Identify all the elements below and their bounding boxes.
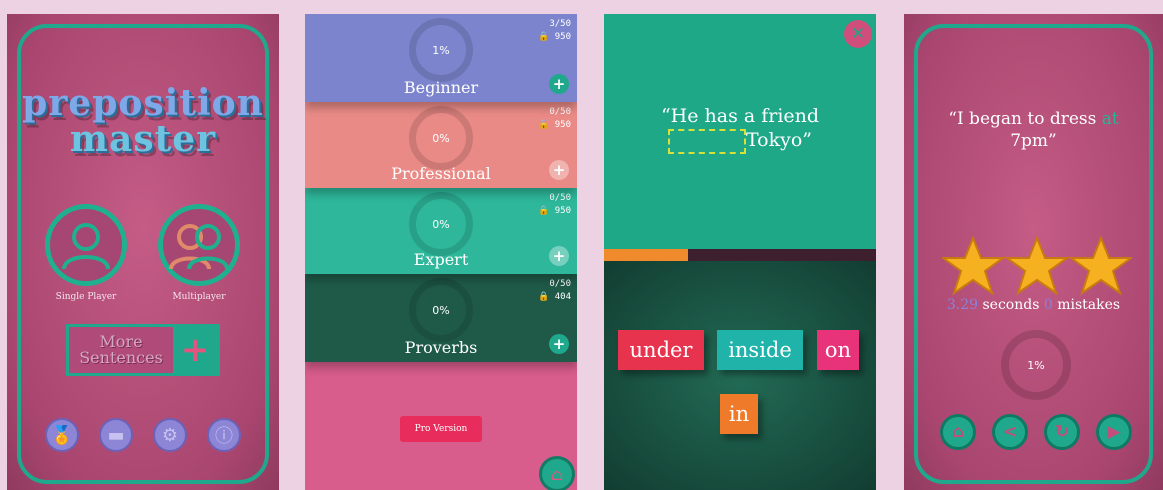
plus-icon[interactable]: + bbox=[549, 74, 569, 94]
level-coins-value: 404 bbox=[554, 292, 571, 302]
quote-answer: at bbox=[1101, 109, 1119, 129]
level-name: Proverbs bbox=[404, 338, 478, 357]
logo-line2: master bbox=[69, 118, 217, 160]
progress-ring: 1% bbox=[1001, 330, 1071, 400]
level-card-professional[interactable]: 0% Professional 0/50 🔒 950 + bbox=[305, 102, 577, 188]
replay-button[interactable]: ↻ bbox=[1044, 414, 1080, 450]
close-icon: ✕ bbox=[850, 24, 866, 44]
level-coins-value: 950 bbox=[554, 120, 571, 130]
result-stats: 3.29 seconds 0 mistakes bbox=[904, 297, 1163, 313]
more-sentences-text: More Sentences bbox=[69, 334, 173, 366]
home-icon: ⌂ bbox=[951, 422, 965, 442]
level-coins-value: 950 bbox=[554, 32, 571, 42]
level-progress-ring: 0% bbox=[409, 106, 473, 170]
leaderboard-icon: ▬ bbox=[107, 424, 125, 446]
level-progress: 0/50 bbox=[549, 107, 571, 117]
level-coins: 🔒 404 bbox=[538, 291, 571, 304]
lock-icon: 🔒 bbox=[538, 120, 550, 130]
leaderboard-button[interactable]: ▬ bbox=[99, 418, 133, 452]
home-button[interactable]: ⌂ bbox=[539, 456, 575, 490]
timer-bar-fill bbox=[604, 249, 689, 261]
result-screen: “I began to dress at 7pm” 3.29 seconds 0… bbox=[904, 14, 1163, 490]
plus-icon: + bbox=[173, 327, 217, 373]
plus-icon[interactable]: + bbox=[549, 334, 569, 354]
result-sentence: “I began to dress at 7pm” bbox=[904, 108, 1163, 152]
level-progress-ring: 0% bbox=[409, 278, 473, 342]
choice-inside[interactable]: inside bbox=[717, 330, 803, 370]
multiplayer-icon bbox=[169, 224, 229, 270]
level-name: Expert bbox=[413, 250, 469, 269]
level-progress: 0/50 bbox=[549, 193, 571, 203]
replay-icon: ↻ bbox=[1054, 422, 1070, 442]
choice-on[interactable]: on bbox=[817, 330, 859, 370]
rating-stars bbox=[942, 236, 1132, 296]
level-progress-ring: 1% bbox=[409, 18, 473, 82]
answer-area bbox=[604, 261, 876, 490]
level-stats: 0/50 🔒 950 bbox=[538, 192, 571, 218]
multiplayer-button[interactable] bbox=[158, 204, 240, 286]
level-stats: 0/50 🔒 950 bbox=[538, 106, 571, 132]
sentence-part1: “He has a friend bbox=[660, 105, 820, 127]
mistakes-unit: mistakes bbox=[1052, 297, 1121, 313]
info-icon: ⓘ bbox=[215, 426, 233, 447]
level-select-screen: 1% Beginner 3/50 🔒 950 +0% Professional 0/50 🔒 … bbox=[305, 14, 577, 490]
level-card-proverbs[interactable]: 0% Proverbs 0/50 🔒 404 + bbox=[305, 274, 577, 362]
level-card-beginner[interactable]: 1% Beginner 3/50 🔒 950 + bbox=[305, 14, 577, 102]
level-name: Beginner bbox=[403, 78, 479, 97]
single-player-icon bbox=[62, 223, 110, 270]
multiplayer-label: Multiplayer bbox=[172, 292, 226, 302]
star-icon bbox=[1067, 236, 1132, 296]
question-sentence: “He has a friend Tokyo” bbox=[604, 104, 876, 154]
quote-before: “I began to dress bbox=[948, 109, 1102, 129]
mistakes-value: 0 bbox=[1043, 297, 1053, 313]
plus-icon[interactable]: + bbox=[549, 246, 569, 266]
play-icon: ▶ bbox=[1107, 422, 1121, 442]
level-progress: 0/50 bbox=[549, 279, 571, 289]
sentence-part2: Tokyo” bbox=[745, 129, 813, 151]
trophy-button[interactable]: 🏅 bbox=[45, 418, 79, 452]
share-button[interactable]: < bbox=[992, 414, 1028, 450]
level-card-expert[interactable]: 0% Expert 0/50 🔒 950 + bbox=[305, 188, 577, 274]
level-coins-value: 950 bbox=[554, 206, 571, 216]
time-value: 3.29 bbox=[946, 297, 979, 313]
plus-icon[interactable]: + bbox=[549, 160, 569, 180]
share-icon: < bbox=[1002, 422, 1018, 442]
choice-under[interactable]: under bbox=[618, 330, 704, 370]
level-stats: 0/50 🔒 404 bbox=[538, 278, 571, 304]
level-coins: 🔒 950 bbox=[538, 119, 571, 132]
time-unit: seconds bbox=[978, 297, 1044, 313]
star-icon bbox=[942, 236, 1007, 296]
quote-after: 7pm” bbox=[1010, 131, 1057, 151]
single-player-label: Single Player bbox=[55, 292, 117, 302]
info-button[interactable]: ⓘ bbox=[207, 418, 241, 452]
choice-in[interactable]: in bbox=[720, 394, 758, 434]
level-progress: 3/50 bbox=[549, 19, 571, 29]
main-menu-screen: preposition master Single Player Multipl… bbox=[7, 14, 279, 490]
lock-icon: 🔒 bbox=[538, 32, 550, 42]
level-stats: 3/50 🔒 950 bbox=[538, 18, 571, 44]
sentences-label: Sentences bbox=[79, 348, 163, 367]
trophy-icon: 🏅 bbox=[50, 424, 74, 446]
home-button[interactable]: ⌂ bbox=[940, 414, 976, 450]
level-progress-ring: 0% bbox=[409, 192, 473, 256]
gameplay-screen: ✕ “He has a friend Tokyo” under inside o… bbox=[604, 14, 876, 490]
star-icon bbox=[1003, 236, 1071, 296]
lock-icon: 🔒 bbox=[538, 292, 550, 302]
play-button[interactable]: ▶ bbox=[1096, 414, 1132, 450]
lock-icon: 🔒 bbox=[538, 206, 550, 216]
close-button[interactable]: ✕ bbox=[844, 20, 872, 48]
level-coins: 🔒 950 bbox=[538, 205, 571, 218]
answer-blank[interactable] bbox=[667, 128, 746, 154]
single-player-button[interactable] bbox=[45, 204, 127, 286]
more-sentences-button[interactable]: More Sentences + bbox=[66, 324, 220, 376]
level-coins: 🔒 950 bbox=[538, 31, 571, 44]
pro-version-button[interactable]: Pro Version bbox=[400, 416, 482, 442]
settings-icon: ⚙ bbox=[161, 424, 179, 446]
settings-button[interactable]: ⚙ bbox=[153, 418, 187, 452]
level-name: Professional bbox=[391, 164, 491, 183]
home-icon: ⌂ bbox=[550, 464, 564, 484]
